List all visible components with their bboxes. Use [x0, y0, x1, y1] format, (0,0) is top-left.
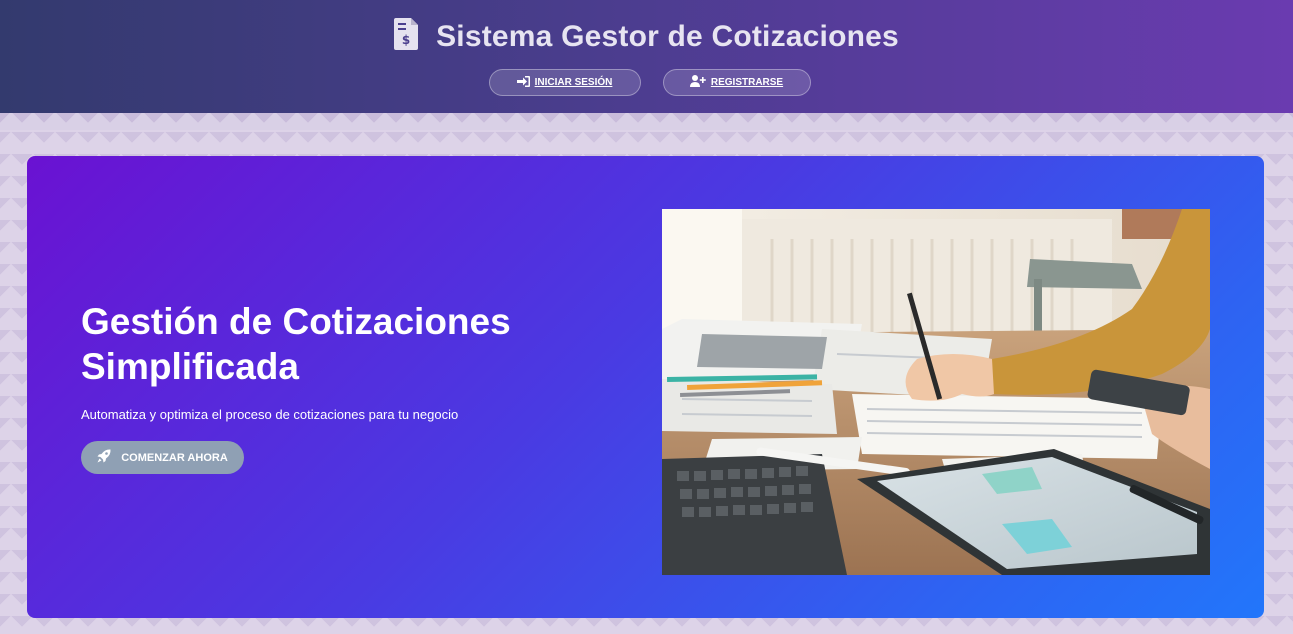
rocket-icon	[97, 449, 121, 466]
brand: $ Sistema Gestor de Cotizaciones	[0, 18, 1293, 55]
hero-subtitle: Automatiza y optimiza el proceso de coti…	[81, 407, 459, 422]
page-title: Sistema Gestor de Cotizaciones	[436, 19, 899, 53]
svg-text:$: $	[402, 33, 410, 47]
register-label: REGISTRARSE	[710, 77, 784, 88]
file-invoice-dollar-icon: $	[394, 18, 436, 55]
register-button[interactable]: REGISTRARSE	[662, 69, 811, 96]
hero-heading: Gestión de Cotizaciones Simplificada	[81, 301, 511, 387]
auth-buttons: INICIAR SESIÓN REGISTRARSE	[0, 69, 1293, 96]
workspace-photo	[662, 209, 1210, 575]
decorative-strip	[0, 113, 1293, 130]
login-label: INICIAR SESIÓN	[534, 77, 613, 88]
start-now-button[interactable]: COMENZAR AHORA	[81, 441, 244, 474]
user-plus-icon	[689, 75, 711, 90]
sign-in-icon	[516, 75, 535, 90]
cta-label: COMENZAR AHORA	[121, 451, 228, 464]
hero-section: Gestión de Cotizaciones Simplificada Aut…	[27, 156, 1264, 618]
site-header: $ Sistema Gestor de Cotizaciones INICIAR…	[0, 0, 1293, 113]
login-button[interactable]: INICIAR SESIÓN	[488, 69, 641, 96]
